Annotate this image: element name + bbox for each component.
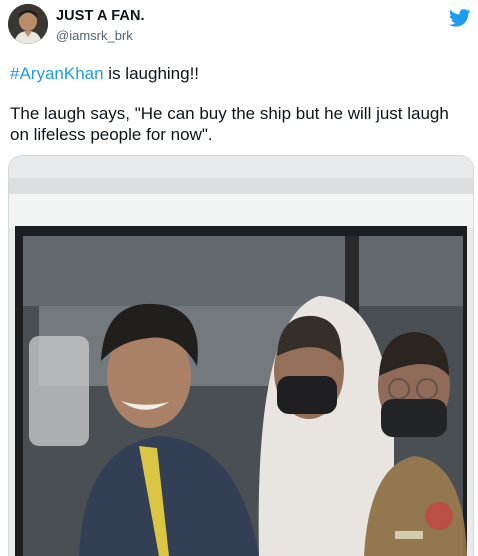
- tweet-text-line1: #AryanKhan is laughing!!: [10, 63, 199, 85]
- author-name[interactable]: JUST A FAN.: [56, 8, 145, 24]
- tweet-media-photo[interactable]: [8, 155, 474, 556]
- avatar-image: [8, 4, 48, 44]
- tweet-text-line2: The laugh says, "He can buy the ship but…: [10, 104, 449, 144]
- twitter-bird-icon[interactable]: [449, 9, 471, 27]
- tweet-card[interactable]: JUST A FAN. @iamsrk_brk #AryanKhan is la…: [0, 0, 478, 556]
- photo-car-window: [9, 156, 473, 556]
- author-avatar[interactable]: [8, 4, 48, 44]
- author-handle[interactable]: @iamsrk_brk: [56, 28, 133, 43]
- hashtag-link[interactable]: #AryanKhan: [10, 64, 104, 83]
- tweet-text-rest: is laughing!!: [103, 64, 200, 83]
